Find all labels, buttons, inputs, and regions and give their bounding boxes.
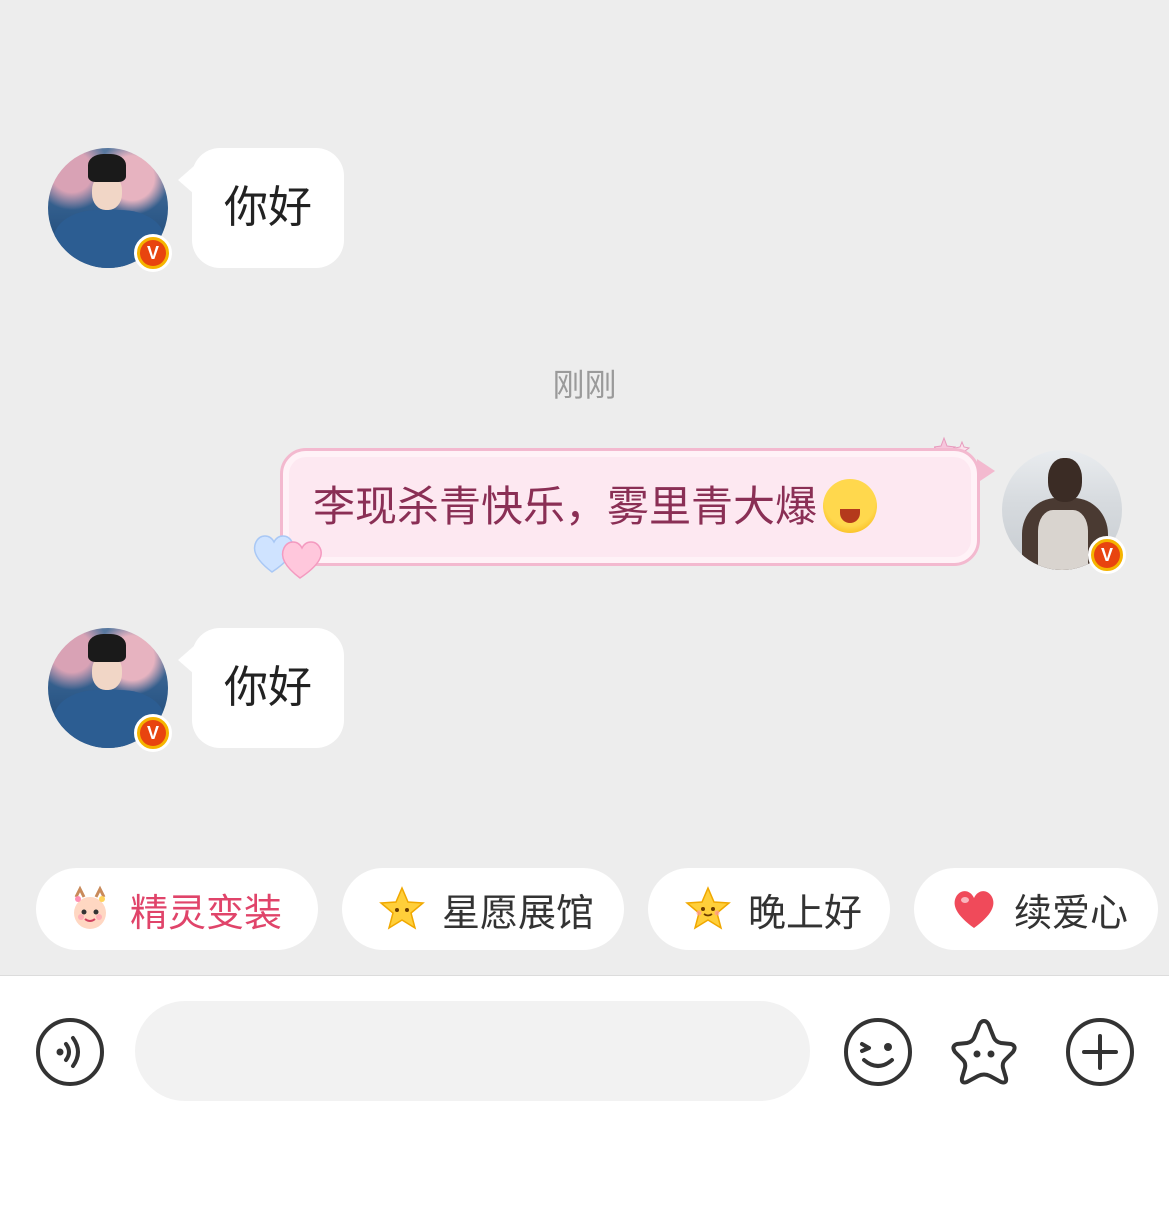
quick-action-chips: 精灵变装 星愿展馆 晚上好 续爱心 bbox=[0, 868, 1169, 952]
chip-label: 精灵变装 bbox=[130, 890, 283, 935]
emoji-icon[interactable] bbox=[842, 1016, 914, 1088]
chip-label: 星愿展馆 bbox=[442, 890, 595, 935]
message-input[interactable] bbox=[135, 1001, 810, 1101]
chip-good-evening[interactable]: 晚上好 bbox=[648, 868, 890, 950]
message-timestamp: 刚刚 bbox=[552, 366, 617, 404]
verified-badge-icon: V bbox=[1088, 536, 1126, 574]
star-face-icon bbox=[379, 886, 425, 930]
message-text: 你好 bbox=[224, 182, 312, 233]
message-text: 李现杀青快乐，雾里青大爆 bbox=[313, 482, 818, 531]
chat-area: V 你好 刚刚 李现杀青快乐，雾里青大爆 V V 你好 精灵变装 星愿展馆 晚上… bbox=[0, 0, 1169, 975]
verified-badge-icon: V bbox=[134, 714, 172, 752]
message-bubble-received[interactable]: 你好 bbox=[178, 628, 344, 748]
chip-fairy-dressup[interactable]: 精灵变装 bbox=[36, 868, 318, 950]
chip-continue-love[interactable]: 续爱心 bbox=[914, 868, 1158, 950]
contact-avatar[interactable]: V bbox=[48, 628, 172, 752]
chip-label: 晚上好 bbox=[748, 890, 863, 935]
message-text: 你好 bbox=[224, 662, 312, 713]
hearts-decoration-icon bbox=[253, 535, 322, 579]
star-sticker-icon[interactable] bbox=[948, 1016, 1020, 1088]
my-avatar[interactable]: V bbox=[1002, 450, 1126, 574]
message-bubble-sent[interactable]: 李现杀青快乐，雾里青大爆 bbox=[280, 448, 995, 566]
chip-star-wish[interactable]: 星愿展馆 bbox=[342, 868, 624, 950]
voice-icon[interactable] bbox=[34, 1016, 106, 1088]
star-smile-icon bbox=[685, 886, 731, 930]
fairy-deer-icon bbox=[74, 885, 106, 929]
laughing-face-icon bbox=[823, 478, 878, 533]
plus-icon[interactable] bbox=[1064, 1016, 1136, 1088]
contact-avatar[interactable]: V bbox=[48, 148, 172, 272]
input-bar bbox=[0, 975, 1169, 1221]
chip-label: 续爱心 bbox=[1014, 890, 1129, 935]
heart-icon bbox=[954, 891, 994, 928]
message-bubble-received[interactable]: 你好 bbox=[178, 148, 344, 268]
verified-badge-icon: V bbox=[134, 234, 172, 272]
